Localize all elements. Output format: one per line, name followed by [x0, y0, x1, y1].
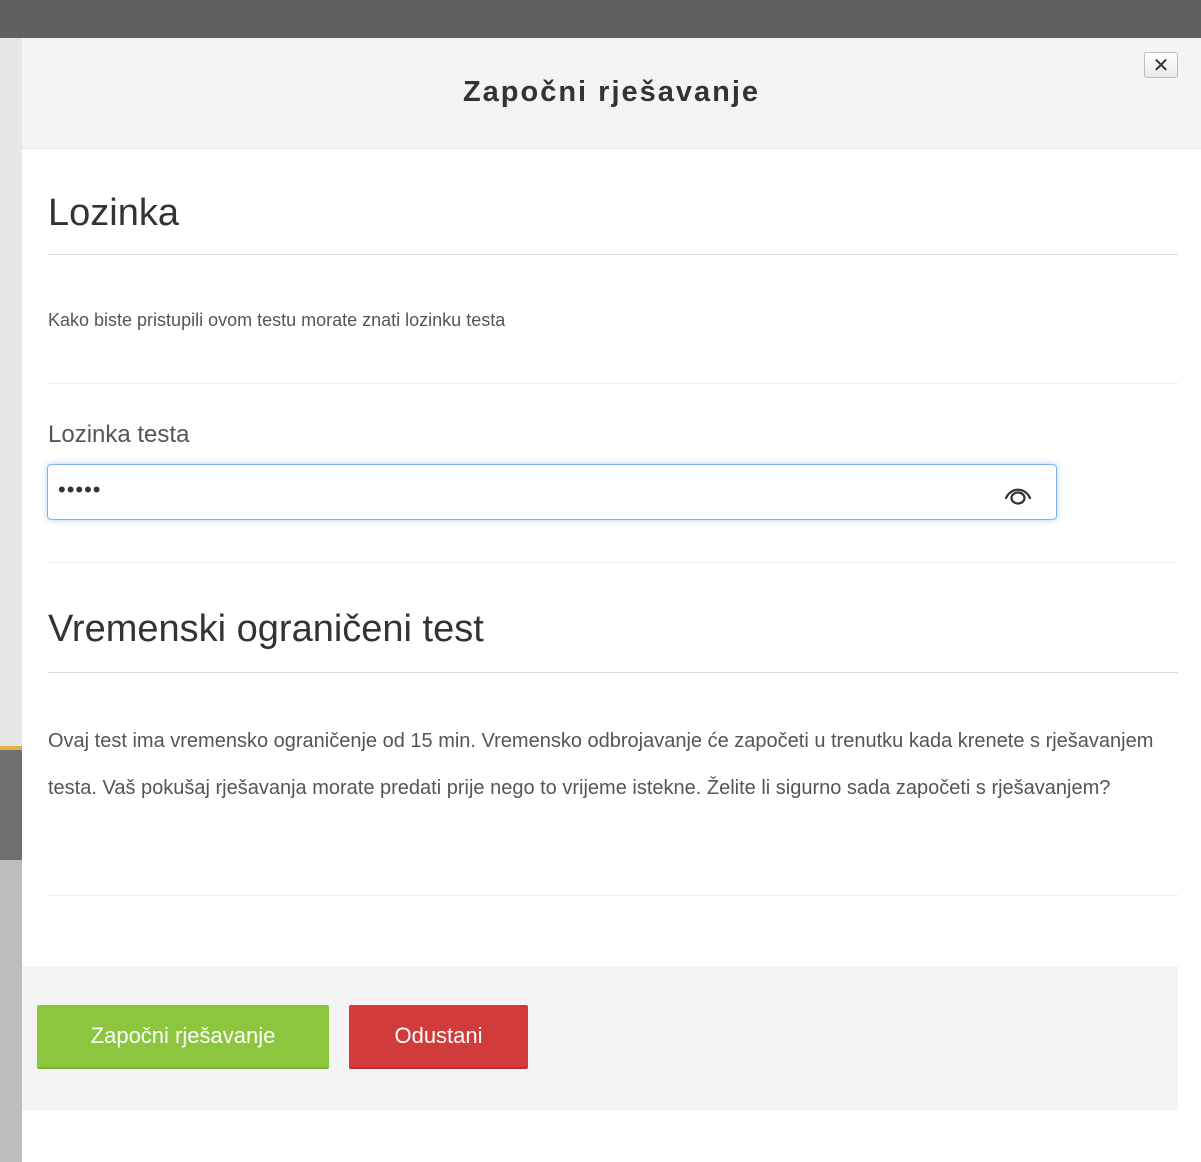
time-limit-description: Ovaj test ima vremensko ograničenje od 1…: [48, 730, 1154, 799]
background-panel-mid: [0, 860, 22, 1162]
modal-title: Započni rješavanje: [462, 76, 761, 108]
password-description: Kako biste pristupili ovom testu morate …: [48, 310, 506, 330]
eye-icon[interactable]: [1000, 479, 1036, 509]
background-overlay-left: [0, 38, 22, 1162]
cancel-button[interactable]: Odustani: [349, 1005, 528, 1069]
divider: [48, 895, 1178, 896]
time-section-heading: Vremenski ograničeni test: [48, 608, 484, 650]
divider: [48, 672, 1178, 673]
close-icon: ✕: [1152, 54, 1170, 77]
divider: [48, 383, 1178, 384]
start-test-modal: Započni rješavanje ✕ Lozinka Kako biste …: [22, 38, 1201, 1162]
divider: [48, 254, 1178, 255]
password-masked-value: •••••: [58, 477, 102, 502]
close-button[interactable]: ✕: [1144, 52, 1178, 78]
password-field-label: Lozinka testa: [48, 421, 190, 448]
background-overlay-top: [0, 0, 1201, 38]
start-solving-button[interactable]: Započni rješavanje: [37, 1005, 329, 1069]
background-panel-dark: [0, 750, 22, 860]
background-panel: [0, 38, 22, 750]
modal-header: Započni rješavanje ✕: [22, 38, 1201, 149]
password-input[interactable]: •••••: [47, 464, 1057, 520]
divider: [48, 562, 1178, 563]
modal-footer: Započni rješavanje Odustani: [22, 966, 1178, 1110]
password-section-heading: Lozinka: [48, 192, 179, 234]
